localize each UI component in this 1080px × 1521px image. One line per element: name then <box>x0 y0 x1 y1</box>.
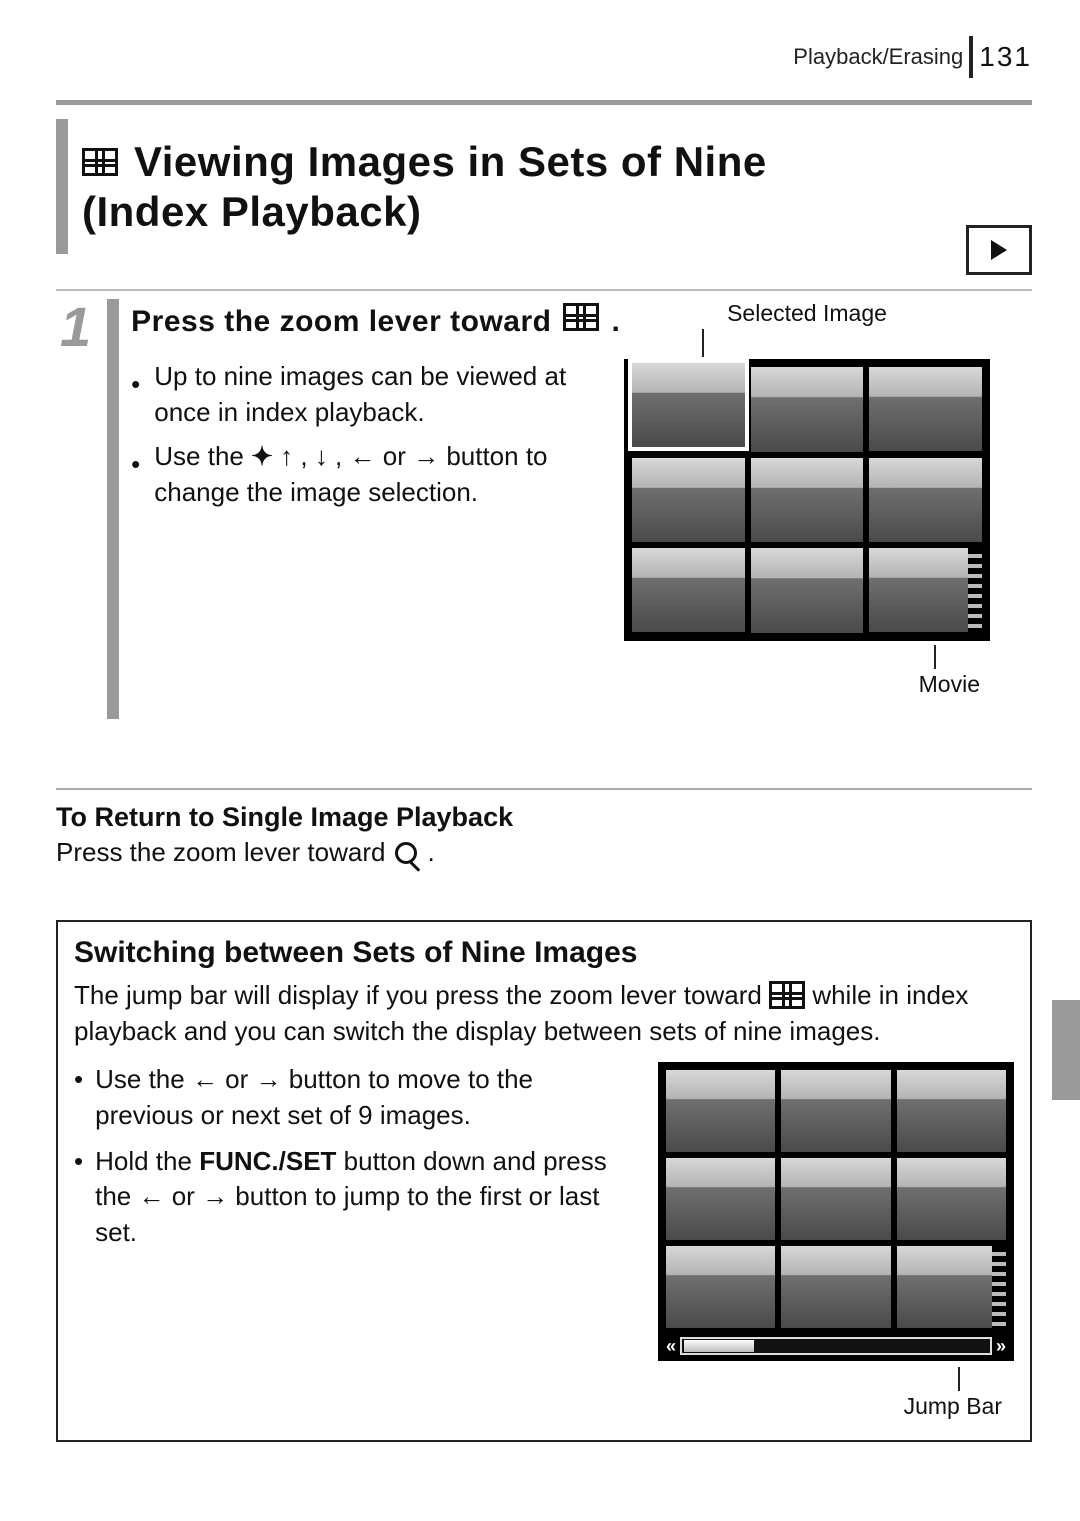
index-grid-icon <box>563 303 599 331</box>
thumbnail <box>751 458 864 543</box>
bullet-dot: • <box>74 1062 83 1134</box>
thumbnail <box>897 1070 1006 1152</box>
thumbnail <box>632 458 745 542</box>
bullet-2-pre: Use the <box>154 441 251 471</box>
selected-image-label: Selected Image <box>624 300 990 327</box>
arrow-up-icon: ↑ <box>280 443 293 469</box>
jump-bar: « » <box>666 1336 1006 1357</box>
arrow-right-icon: → <box>413 443 439 469</box>
step-accent-bar <box>107 299 119 719</box>
thumbnail-selected <box>632 363 745 447</box>
index-grid-icon <box>769 981 805 1009</box>
thumbnail <box>897 1158 1006 1240</box>
page-title-line1: Viewing Images in Sets of Nine <box>134 137 767 187</box>
jumpbar-thumb <box>684 1340 754 1352</box>
title-accent-bar <box>56 119 68 254</box>
header-divider <box>969 36 973 78</box>
running-header: Playback/Erasing 131 <box>793 36 1032 78</box>
return-text-pre: Press the zoom lever toward <box>56 837 385 868</box>
func-set-label: FUNC./SET <box>199 1146 336 1176</box>
box-b2-pre: Hold the <box>95 1146 199 1176</box>
arrow-right-icon: → <box>202 1183 228 1209</box>
bullet-2-sep: , <box>335 441 349 471</box>
bullet-2-sep: , <box>300 441 314 471</box>
arrow-left-icon: ← <box>138 1183 164 1209</box>
thumbnail <box>869 367 982 451</box>
box-para-pre: The jump bar will display if you press t… <box>74 980 769 1010</box>
bullet-dot: • <box>131 439 140 511</box>
bullet-dot: • <box>131 359 140 431</box>
movie-label: Movie <box>874 671 990 698</box>
bullet-2-sep: or <box>383 441 413 471</box>
jumpbar-next-icon: » <box>996 1336 1006 1357</box>
switching-box: Switching between Sets of Nine Images Th… <box>56 920 1032 1442</box>
box-b1-mid: or <box>225 1064 255 1094</box>
arrow-left-icon: ← <box>192 1066 218 1092</box>
playback-mode-icon <box>966 225 1032 275</box>
thumbnail <box>781 1246 890 1328</box>
thumbnail <box>666 1246 775 1328</box>
thumbnail <box>869 458 982 542</box>
lcd-preview-2: « » Jump Bar <box>658 1062 1014 1420</box>
jumpbar-track <box>680 1337 992 1355</box>
step-heading-prefix: Press the zoom lever toward <box>131 305 551 339</box>
thumb-index-tab <box>1052 1000 1080 1100</box>
title-block: Viewing Images in Sets of Nine (Index Pl… <box>56 100 1032 254</box>
index-grid-icon <box>82 148 118 176</box>
box-heading: Switching between Sets of Nine Images <box>74 936 1014 970</box>
arrow-down-icon: ↓ <box>315 443 328 469</box>
lcd-preview-1: Selected Image Movie <box>624 300 990 698</box>
thumbnail <box>666 1070 775 1152</box>
step-heading-suffix: . <box>611 305 620 339</box>
thumbnail <box>632 548 745 632</box>
jump-bar-label: Jump Bar <box>658 1393 1014 1420</box>
return-heading: To Return to Single Image Playback <box>56 802 1032 833</box>
return-block: To Return to Single Image Playback Press… <box>56 788 1032 868</box>
section-label: Playback/Erasing <box>793 44 963 70</box>
page-title-line2: (Index Playback) <box>82 187 767 237</box>
lcd-grid <box>624 359 990 641</box>
thumbnail <box>781 1158 890 1240</box>
callout-pointer <box>958 1367 960 1391</box>
box-b2-mid2: or <box>172 1181 202 1211</box>
thumbnail <box>781 1070 890 1152</box>
play-triangle-icon <box>991 240 1007 260</box>
thumbnail-movie <box>869 548 982 632</box>
box-b1-pre: Use the <box>95 1064 192 1094</box>
thumbnail <box>666 1158 775 1240</box>
return-text-post: . <box>427 837 434 868</box>
magnify-icon <box>395 842 417 864</box>
bullet-1: Up to nine images can be viewed at once … <box>154 359 581 431</box>
thumbnail <box>751 367 864 452</box>
thumbnail <box>751 548 864 633</box>
callout-pointer <box>702 329 704 357</box>
page-number: 131 <box>979 41 1032 73</box>
bullet-dot: • <box>74 1144 83 1252</box>
arrow-up-icon: ✦ <box>251 443 273 469</box>
thumbnail-movie <box>897 1246 1006 1328</box>
bullet-2: Use the ✦ ↑ , ↓ , ← or → button to chang… <box>154 439 581 511</box>
arrow-left-icon: ← <box>350 443 376 469</box>
lcd-grid-with-jumpbar: « » <box>658 1062 1014 1361</box>
jumpbar-prev-icon: « <box>666 1336 676 1357</box>
arrow-right-icon: → <box>256 1066 282 1092</box>
callout-pointer <box>934 645 936 669</box>
step-number: 1 <box>56 299 95 355</box>
